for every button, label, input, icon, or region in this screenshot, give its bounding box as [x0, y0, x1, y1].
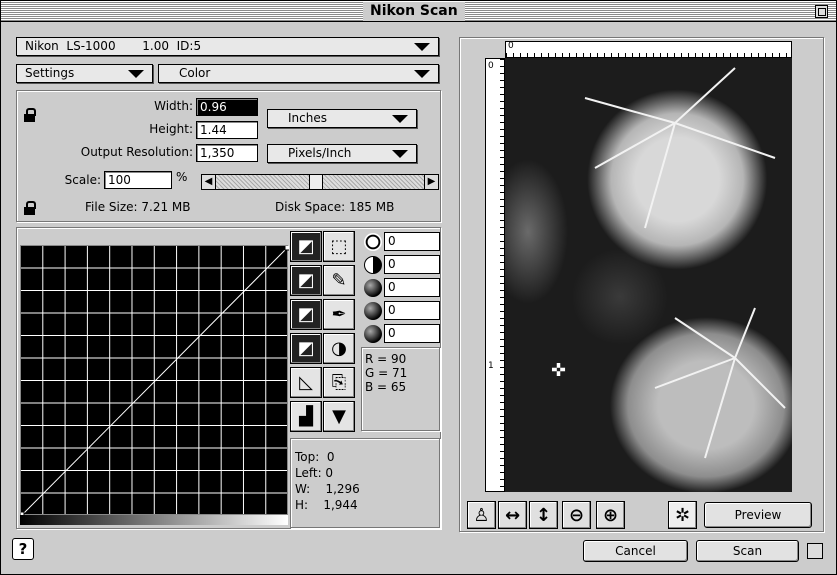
- file-size-text: File Size: 7.21 MB: [85, 200, 191, 214]
- green-balance-icon: [364, 302, 382, 320]
- preview-image[interactable]: ✜: [505, 58, 792, 492]
- reset-curve-icon[interactable]: ▼: [323, 401, 355, 432]
- flip-horizontal-icon[interactable]: ↔: [498, 501, 527, 529]
- marquee-icon[interactable]: ⬚: [323, 231, 355, 262]
- settings-popup[interactable]: Settings: [16, 64, 153, 83]
- scan-button[interactable]: Scan: [696, 540, 799, 562]
- contrast-icon: [364, 256, 382, 274]
- histogram-icon[interactable]: ▟: [290, 401, 322, 432]
- crop-h: H: 1,944: [295, 498, 358, 512]
- vertical-ruler: 0 1: [485, 58, 505, 492]
- tone-curve-graph[interactable]: [20, 245, 289, 516]
- width-label: Width:: [154, 99, 193, 113]
- slider-right-arrow-icon[interactable]: ▶: [424, 175, 438, 189]
- leaf-veins: [584, 67, 786, 459]
- crosshair-icon: ✜: [551, 360, 567, 381]
- curve-red-tool-icon[interactable]: ◩: [290, 265, 322, 296]
- blue-balance-field[interactable]: 0: [384, 324, 440, 343]
- preview-button[interactable]: Preview: [704, 502, 812, 528]
- scale-field[interactable]: 100: [104, 171, 172, 189]
- nikon-scan-window: Nikon Scan Nikon LS-1000 1.00 ID:5 Setti…: [0, 0, 837, 575]
- zoom-box-icon[interactable]: [815, 5, 828, 18]
- color-mode-popup[interactable]: Color: [158, 64, 439, 83]
- red-balance-icon: [364, 279, 382, 297]
- rgb-r: R = 90: [365, 352, 407, 366]
- scale-slider[interactable]: ◀ ▶: [201, 174, 439, 190]
- contrast-half-icon[interactable]: ◑: [323, 333, 355, 364]
- eyedropper-black-icon[interactable]: ✒: [323, 299, 355, 330]
- linear-curve-icon[interactable]: ◺: [290, 367, 322, 398]
- curve-blue-tool-icon[interactable]: ◩: [290, 333, 322, 364]
- height-field[interactable]: 1.44: [196, 121, 258, 139]
- flip-vertical-icon[interactable]: ↕: [529, 501, 558, 529]
- resolution-field[interactable]: 1,350: [196, 144, 258, 162]
- brightness-icon: [364, 233, 382, 251]
- curve-green-tool-icon[interactable]: ◩: [290, 299, 322, 330]
- percent-label: %: [176, 170, 188, 184]
- cancel-button[interactable]: Cancel: [583, 540, 688, 562]
- chevron-down-icon: [128, 70, 144, 78]
- autofocus-icon[interactable]: ✲: [668, 501, 697, 529]
- chevron-down-icon: [392, 150, 408, 158]
- chevron-down-icon: [392, 115, 408, 123]
- chevron-down-icon: [414, 43, 430, 51]
- disk-space-text: Disk Space: 185 MB: [275, 200, 395, 214]
- rgb-g: G = 71: [365, 366, 408, 380]
- eyedropper-white-icon[interactable]: ✎: [323, 265, 355, 296]
- crop-top: Top: 0: [295, 450, 335, 464]
- apply-crop-icon[interactable]: ⎘: [323, 367, 355, 398]
- color-mode-label: Color: [179, 66, 211, 80]
- help-icon[interactable]: ?: [12, 538, 34, 560]
- slider-thumb[interactable]: [309, 175, 323, 189]
- title-bar[interactable]: Nikon Scan: [1, 1, 836, 22]
- slider-left-arrow-icon[interactable]: ◀: [202, 175, 216, 189]
- rgb-b: B = 65: [365, 380, 407, 394]
- resolution-label: Output Resolution:: [80, 145, 193, 159]
- unit-label: Inches: [288, 111, 327, 125]
- settings-label: Settings: [25, 66, 75, 80]
- scale-label: Scale:: [64, 173, 101, 187]
- res-unit-popup[interactable]: Pixels/Inch: [267, 144, 417, 163]
- zoom-in-icon[interactable]: ⊕: [596, 501, 625, 529]
- curve-rgb-tool-icon[interactable]: ◩: [290, 231, 322, 262]
- orientation-icon[interactable]: ♙: [467, 501, 496, 529]
- unit-popup[interactable]: Inches: [267, 109, 417, 128]
- blue-balance-icon: [364, 325, 382, 343]
- height-label: Height:: [149, 122, 193, 136]
- tone-curve-line: [21, 246, 289, 516]
- contrast-field[interactable]: 0: [384, 255, 440, 274]
- window-title: Nikon Scan: [363, 2, 465, 21]
- zoom-out-icon[interactable]: ⊖: [562, 501, 591, 529]
- crop-left: Left: 0: [295, 466, 334, 480]
- green-balance-field[interactable]: 0: [384, 301, 440, 320]
- scanner-label: Nikon LS-1000 1.00 ID:5: [25, 39, 202, 53]
- scanner-popup[interactable]: Nikon LS-1000 1.00 ID:5: [16, 37, 439, 56]
- lock-icon[interactable]: [23, 108, 37, 122]
- brightness-field[interactable]: 0: [384, 232, 440, 251]
- red-balance-field[interactable]: 0: [384, 278, 440, 297]
- res-unit-label: Pixels/Inch: [288, 146, 352, 160]
- horizontal-ruler: 0: [505, 41, 792, 58]
- chevron-down-icon: [414, 70, 430, 78]
- gray-ramp: [20, 515, 288, 525]
- resize-grip-icon[interactable]: [807, 543, 823, 559]
- width-field[interactable]: 0.96: [196, 98, 258, 116]
- lock-icon[interactable]: [23, 201, 37, 215]
- crop-w: W: 1,296: [295, 482, 360, 496]
